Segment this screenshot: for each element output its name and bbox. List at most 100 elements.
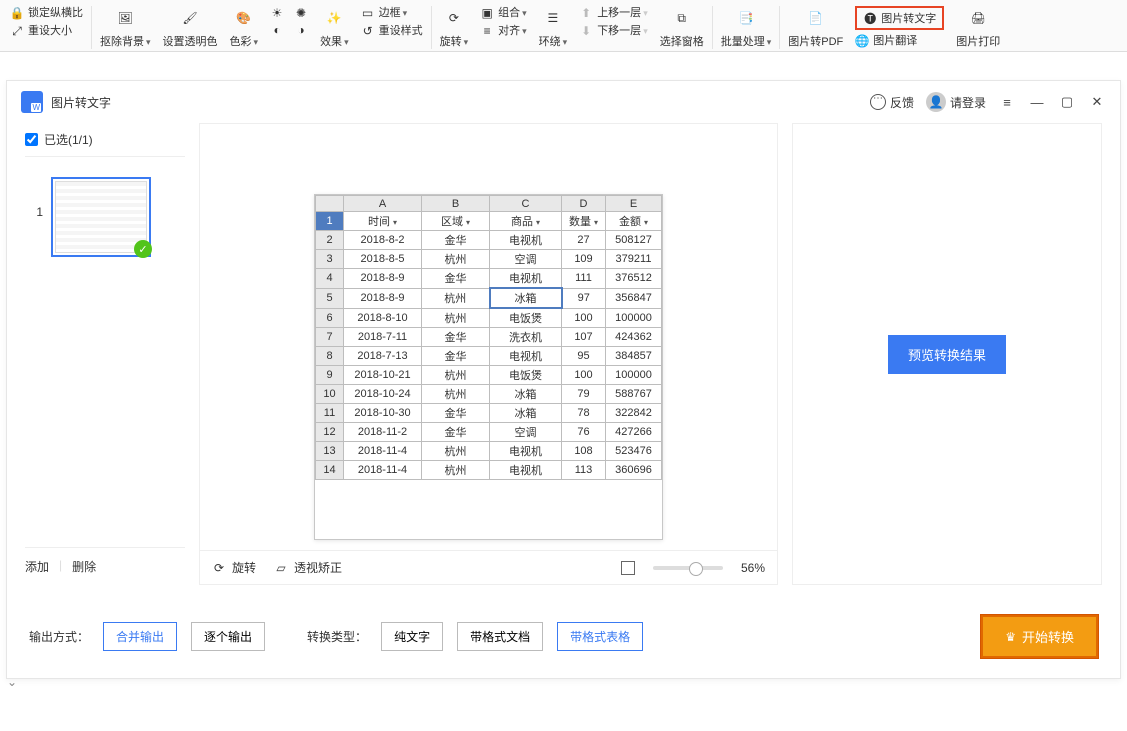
rich-table-button[interactable]: 带格式表格 xyxy=(557,622,643,651)
cell: 2018-8-9 xyxy=(344,288,422,308)
cell: 97 xyxy=(562,288,606,308)
deskew-tool[interactable]: ▱ 透视矫正 xyxy=(274,559,342,576)
zoom-percent: 56% xyxy=(741,561,765,575)
cell: 100000 xyxy=(606,308,662,328)
add-button[interactable]: 添加 xyxy=(25,558,49,575)
border-icon: ▭ xyxy=(361,6,375,20)
cell: 78 xyxy=(562,404,606,423)
select-all-checkbox[interactable] xyxy=(25,133,38,146)
cell: 金华 xyxy=(422,328,490,347)
close-button[interactable]: ✕ xyxy=(1088,94,1106,110)
fit-ratio-icon[interactable] xyxy=(621,561,635,575)
modal-title: 图片转文字 xyxy=(51,94,111,111)
lock-ratio-toggle[interactable]: 🔒 锁定纵横比 xyxy=(10,6,83,20)
align-icon: ≡ xyxy=(480,24,494,38)
batch-button[interactable]: 📑 批量处理 xyxy=(715,6,778,49)
row-number: 1 xyxy=(316,212,344,231)
ocr-icon: 🅣 xyxy=(863,11,877,25)
cell: 427266 xyxy=(606,423,662,442)
transparent-label: 设置透明色 xyxy=(163,33,218,49)
cell: 356847 xyxy=(606,288,662,308)
transparent-color-button[interactable]: 🖌 设置透明色 xyxy=(157,6,224,49)
thumbnail-panel: 已选(1/1) 1 ✓ 添加 删除 xyxy=(25,123,185,585)
brightness-up-icon[interactable]: ☀ xyxy=(270,6,284,20)
delete-button[interactable]: 删除 xyxy=(72,558,96,575)
lock-ratio-label: 锁定纵横比 xyxy=(28,6,83,20)
img-to-pdf-label: 图片转PDF xyxy=(788,33,843,49)
translate-icon: 🌐 xyxy=(855,34,869,48)
contrast-down-icon[interactable]: ◑ xyxy=(294,23,308,37)
wrap-button[interactable]: ☰ 环绕 xyxy=(533,6,574,49)
select-pane-button[interactable]: ⧉ 选择窗格 xyxy=(654,6,710,49)
border-button[interactable]: ▭ 边框 xyxy=(361,6,408,20)
bring-forward-icon: ⬆ xyxy=(579,6,593,20)
maximize-button[interactable]: ▢ xyxy=(1058,94,1076,110)
img-to-text-label: 图片转文字 xyxy=(881,10,936,26)
rotate-button[interactable]: ⟳ 旋转 xyxy=(434,6,475,49)
login-button[interactable]: 👤 请登录 xyxy=(926,92,986,112)
cell: 2018-11-4 xyxy=(344,461,422,480)
avatar-icon: 👤 xyxy=(926,92,946,112)
color-label: 色彩 xyxy=(230,33,259,49)
reset-style-button[interactable]: ↺ 重设样式 xyxy=(361,24,423,38)
effects-label: 效果 xyxy=(320,33,349,49)
send-backward-label: 下移一层 xyxy=(597,24,648,38)
cell: 376512 xyxy=(606,269,662,289)
row-number: 2 xyxy=(316,231,344,250)
thumb-check-icon: ✓ xyxy=(134,240,152,258)
chat-icon xyxy=(870,94,886,110)
cell: 金华 xyxy=(422,347,490,366)
menu-button[interactable]: ≡ xyxy=(998,95,1016,110)
row-number: 8 xyxy=(316,347,344,366)
start-convert-button[interactable]: ♛ 开始转换 xyxy=(981,615,1098,658)
effects-button[interactable]: ✨ 效果 xyxy=(314,6,355,49)
cell: 金华 xyxy=(422,231,490,250)
each-output-button[interactable]: 逐个输出 xyxy=(191,622,265,651)
zoom-slider[interactable] xyxy=(653,566,723,570)
cell: 2018-10-21 xyxy=(344,366,422,385)
col-letter: A xyxy=(344,196,422,212)
align-button[interactable]: ≡ 对齐 xyxy=(480,24,527,38)
select-all-label: 已选(1/1) xyxy=(44,131,93,148)
ocr-modal: 图片转文字 反馈 👤 请登录 ≡ — ▢ ✕ 已选(1/1) 1 xyxy=(6,80,1121,679)
effects-icon: ✨ xyxy=(322,6,346,30)
thumbnail[interactable]: ✓ xyxy=(51,177,151,257)
cell: 100 xyxy=(562,308,606,328)
row-number: 11 xyxy=(316,404,344,423)
feedback-button[interactable]: 反馈 xyxy=(870,94,914,111)
print-button[interactable]: 🖨 图片打印 xyxy=(950,6,1006,49)
cell: 107 xyxy=(562,328,606,347)
group-label: 组合 xyxy=(498,6,527,20)
group-button[interactable]: ▣ 组合 xyxy=(480,6,527,20)
rotate-tool[interactable]: ⟳ 旋转 xyxy=(212,559,256,576)
reset-size-button[interactable]: ⤢ 重设大小 xyxy=(10,24,72,38)
col-letter: B xyxy=(422,196,490,212)
group-icon: ▣ xyxy=(480,6,494,20)
cell: 2018-7-11 xyxy=(344,328,422,347)
rotate-tool-label: 旋转 xyxy=(232,559,256,576)
minimize-button[interactable]: — xyxy=(1028,95,1046,110)
column-header: 金额 xyxy=(606,212,662,231)
row-number: 13 xyxy=(316,442,344,461)
contrast-up-icon[interactable]: ◐ xyxy=(270,23,284,37)
plain-text-button[interactable]: 纯文字 xyxy=(381,622,443,651)
translate-button[interactable]: 🌐 图片翻译 xyxy=(855,34,917,48)
align-label: 对齐 xyxy=(498,24,527,38)
remove-bg-button[interactable]: 🖼 抠除背景 xyxy=(94,6,157,49)
preview-result-button[interactable]: 预览转换结果 xyxy=(888,335,1006,374)
cell: 冰箱 xyxy=(490,288,562,308)
cell: 588767 xyxy=(606,385,662,404)
row-number: 9 xyxy=(316,366,344,385)
color-button[interactable]: 🎨 色彩 xyxy=(224,6,265,49)
select-all-row[interactable]: 已选(1/1) xyxy=(25,123,185,157)
brightness-down-icon[interactable]: ✺ xyxy=(294,6,308,20)
rich-doc-button[interactable]: 带格式文档 xyxy=(457,622,543,651)
color-icon: 🎨 xyxy=(232,6,256,30)
img-to-text-button[interactable]: 🅣 图片转文字 xyxy=(855,6,944,30)
batch-icon: 📑 xyxy=(734,6,758,30)
img-to-pdf-button[interactable]: 📄 图片转PDF xyxy=(782,6,849,49)
row-number: 6 xyxy=(316,308,344,328)
merge-output-button[interactable]: 合并输出 xyxy=(103,622,177,651)
collapse-footer-icon[interactable]: ⌄ xyxy=(0,675,24,689)
wrap-label: 环绕 xyxy=(539,33,568,49)
